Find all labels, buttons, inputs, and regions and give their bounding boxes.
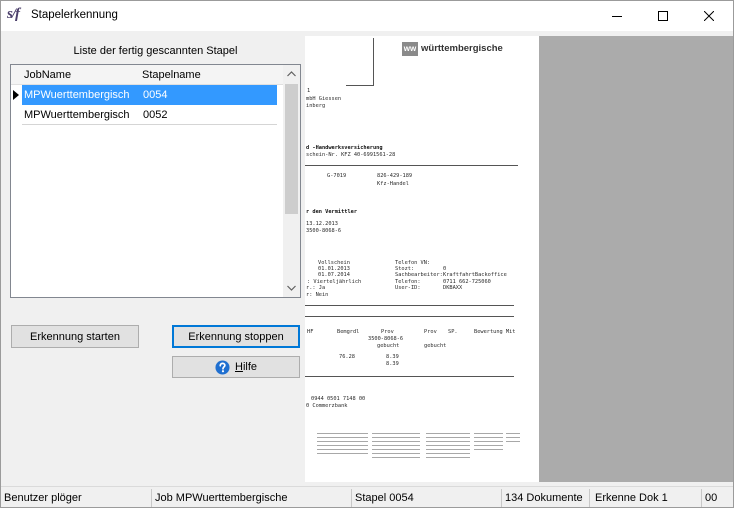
footer-fine-print <box>506 433 520 443</box>
row-stapelname: 0052 <box>143 109 168 121</box>
document-text-line: gebucht <box>377 343 400 349</box>
row-stapelname: 0054 <box>143 89 168 101</box>
document-heading: r den Vermittler <box>306 209 358 215</box>
document-table-header: Bewertung Mit <box>474 329 516 335</box>
address-window-mark <box>346 85 374 86</box>
document-text-line: 13.12.2013 <box>306 221 338 227</box>
document-text-line: mbH Giessen <box>306 96 342 102</box>
chevron-down-icon <box>287 285 296 291</box>
stop-recognition-button[interactable]: Erkennung stoppen <box>172 325 300 348</box>
document-text-line: inberg <box>306 103 326 109</box>
stapelerkennung-window: s/f Stapelerkennung Liste der fertig ges… <box>0 0 734 508</box>
list-caption: Liste der fertig gescannten Stapel <box>73 45 238 57</box>
document-rule <box>305 305 514 306</box>
column-header-stapelname[interactable]: Stapelname <box>142 68 201 82</box>
document-rule <box>305 316 514 317</box>
list-row[interactable]: MPWuerttembergisch 0052 <box>22 105 277 125</box>
scanned-document-page: ww württembergische 1 mbH Giessen inberg… <box>305 36 539 482</box>
insurer-logo-mark: ww <box>402 42 418 56</box>
document-text-line: Sachbearbeiter: <box>395 272 443 278</box>
status-progress: Erkenne Dok 1 <box>590 489 702 508</box>
app-logo: s/f <box>7 6 20 22</box>
document-text-line: 8.39 <box>386 354 399 360</box>
status-batch: Stapel 0054 <box>352 489 502 508</box>
maximize-button[interactable] <box>640 0 686 31</box>
status-job: Job MPWuerttembergische <box>152 489 352 508</box>
document-rule <box>305 165 518 166</box>
document-text-line: r.: Ja <box>306 285 326 291</box>
row-jobname: MPWuerttembergisch <box>24 89 130 101</box>
scanned-batch-list[interactable]: JobName Stapelname MPWuerttembergisch 00… <box>10 64 301 298</box>
document-text-line: r: Nein <box>306 292 329 298</box>
vertical-scrollbar[interactable] <box>283 65 300 297</box>
minimize-icon <box>612 15 622 17</box>
document-text-line: DKBAXX <box>443 285 463 291</box>
footer-fine-print <box>372 433 420 459</box>
document-text-line: G-7019 <box>327 173 347 179</box>
document-table-header: SP. <box>448 329 458 335</box>
status-user: Benutzer plöger <box>0 489 152 508</box>
status-bar: Benutzer plöger Job MPWuerttembergische … <box>0 486 734 508</box>
close-icon <box>704 10 714 21</box>
row-pointer-icon <box>13 90 19 100</box>
document-table-header: Prov <box>381 329 394 335</box>
document-table-header: Prov <box>424 329 437 335</box>
title-bar[interactable]: s/f Stapelerkennung <box>0 0 734 31</box>
document-text-line: 76.28 <box>339 354 355 360</box>
footer-fine-print <box>317 433 368 457</box>
status-extra: 00 <box>705 492 718 504</box>
list-row[interactable]: MPWuerttembergisch 0054 <box>22 85 277 105</box>
row-jobname: MPWuerttembergisch <box>24 109 130 121</box>
maximize-icon <box>658 10 668 21</box>
address-window-mark <box>373 38 374 85</box>
document-text-line: schein-Nr. KFZ 40-6991561-28 <box>306 152 396 158</box>
document-table-header: Bemgrdl <box>337 329 360 335</box>
help-icon <box>215 359 230 375</box>
document-text-line: 826-429-189 <box>377 173 413 179</box>
help-button-label: Hilfe <box>234 361 257 373</box>
document-rule <box>305 376 514 377</box>
scrollbar-thumb[interactable] <box>285 84 298 214</box>
document-text-line: Kfz-Handel <box>377 181 409 187</box>
document-text-line: 3500-8068-6 <box>306 228 342 234</box>
document-text-line: User-ID: <box>395 285 421 291</box>
document-text-line: 01.07.2014 <box>318 272 350 278</box>
document-heading: d -Handwerksversicherung <box>306 145 383 151</box>
list-header: JobName Stapelname <box>11 65 283 85</box>
document-text-line: 1 <box>307 88 311 94</box>
document-text-line: gebucht <box>424 343 447 349</box>
document-text-line: 0 Commerzbank <box>306 403 348 409</box>
close-button[interactable] <box>686 0 732 31</box>
scroll-up-button[interactable] <box>283 65 300 82</box>
status-document-count: 134 Dokumente <box>502 489 590 508</box>
footer-fine-print <box>474 433 503 453</box>
column-header-jobname[interactable]: JobName <box>24 68 71 82</box>
window-title: Stapelerkennung <box>31 9 118 21</box>
document-table-header: HF <box>307 329 314 335</box>
document-preview: ww württembergische 1 mbH Giessen inberg… <box>305 36 734 482</box>
start-recognition-button[interactable]: Erkennung starten <box>11 325 139 348</box>
help-button[interactable]: Hilfe <box>172 356 300 378</box>
footer-fine-print <box>426 433 470 459</box>
document-text-line: 3500-8068-6 <box>368 336 404 342</box>
document-text-line: 8.39 <box>386 361 399 367</box>
minimize-button[interactable] <box>594 0 640 31</box>
insurer-logo-text: württembergische <box>421 43 503 54</box>
document-text-line: 0944 0501 7148 00 <box>311 396 366 402</box>
chevron-up-icon <box>287 70 296 76</box>
document-text-line: KraftfahrtBackoffice <box>443 272 507 278</box>
scroll-down-button[interactable] <box>283 279 300 296</box>
